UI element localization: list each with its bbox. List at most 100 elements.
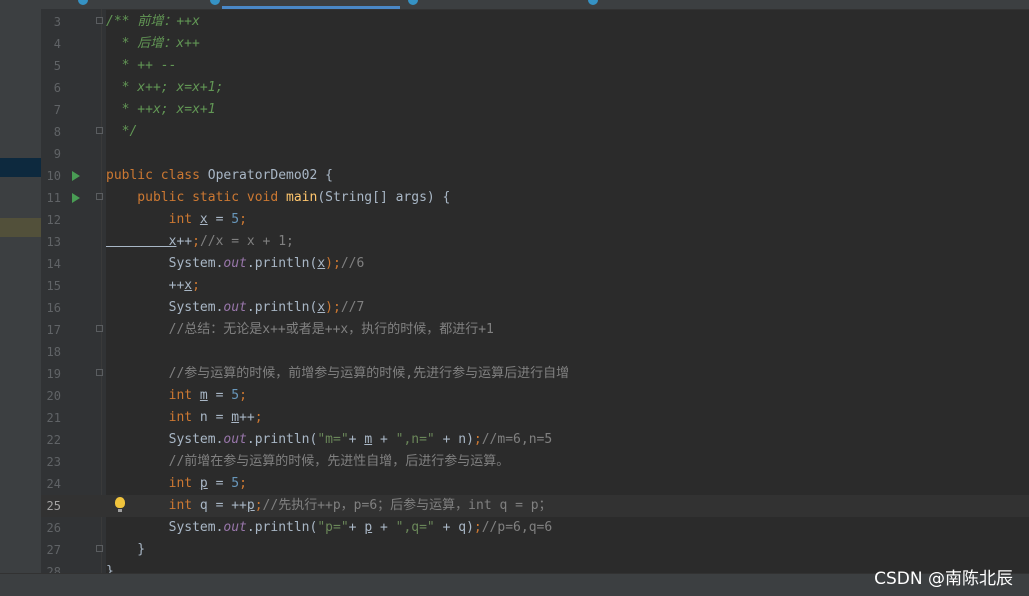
project-highlighted-row[interactable]	[0, 218, 41, 237]
run-icon[interactable]	[72, 193, 80, 203]
code-token: +	[348, 520, 365, 535]
code-token: );	[325, 256, 341, 271]
code-line[interactable]: 15 ++x;	[41, 275, 1029, 297]
fold-icon[interactable]	[96, 127, 103, 134]
code-token: {	[325, 168, 333, 183]
code-line[interactable]: 9	[41, 143, 1029, 165]
code-line[interactable]: 12 int x = 5;	[41, 209, 1029, 231]
code-token: }	[106, 542, 146, 557]
line-number: 6	[53, 81, 61, 95]
code-line[interactable]: 20 int m = 5;	[41, 385, 1029, 407]
code-token: =	[207, 476, 232, 491]
line-number: 14	[46, 257, 61, 271]
code-text: * ++x; x=x+1	[106, 99, 216, 121]
code-line[interactable]: 10 public class OperatorDemo02 {	[41, 165, 1029, 187]
code-text: ++x;	[106, 275, 200, 297]
fold-icon[interactable]	[96, 193, 103, 200]
code-token: /**	[106, 14, 138, 29]
code-token: +	[372, 432, 396, 447]
code-text: * x++; x=x+1;	[106, 77, 224, 99]
line-number: 12	[46, 213, 61, 227]
editor-tab[interactable]	[588, 0, 740, 9]
code-token: n =	[199, 410, 232, 425]
code-line[interactable]: 11 public static void main(String[] args…	[41, 187, 1029, 209]
code-token: out	[223, 432, 247, 447]
fold-icon[interactable]	[96, 17, 103, 24]
watermark: CSDN @南陈北辰	[874, 569, 1013, 589]
code-token: q = ++	[199, 498, 247, 513]
code-token: OperatorDemo02	[207, 168, 326, 183]
code-token: //7	[340, 300, 365, 315]
code-text: int p = 5;	[106, 473, 247, 495]
code-token: x	[184, 278, 193, 293]
code-line[interactable]: 6 * x++; x=x+1;	[41, 77, 1029, 99]
code-line[interactable]: 23 //前增在参与运算的时候，先进性自增，后进行参与运算。	[41, 451, 1029, 473]
code-token: +	[372, 520, 396, 535]
code-line[interactable]: 14 System.out.println(x);//6	[41, 253, 1029, 275]
java-file-icon	[78, 0, 88, 5]
code-token: System.	[106, 300, 224, 315]
code-line[interactable]: 22 System.out.println("m="+ m + ",n=" + …	[41, 429, 1029, 451]
code-token: ;	[473, 520, 482, 535]
code-line[interactable]: 18	[41, 341, 1029, 363]
line-number: 8	[53, 125, 61, 139]
line-number: 5	[53, 59, 61, 73]
code-text: x++;//x = x + 1;	[106, 231, 294, 253]
code-line[interactable]: 26 System.out.println("p="+ p + ",q=" + …	[41, 517, 1029, 539]
code-text: int n = m++;	[106, 407, 263, 429]
run-icon[interactable]	[72, 171, 80, 181]
code-line[interactable]: 25 int q = ++p;//先执行++p，p=6；后参与运算，int q …	[41, 495, 1029, 517]
editor-tab[interactable]	[78, 0, 210, 9]
code-editor[interactable]: 3/** 前增：++x 4 * 后增：x++ 5 * ++ -- 6 * x++; x…	[41, 11, 1029, 583]
code-line[interactable]: 24 int p = 5;	[41, 473, 1029, 495]
code-line[interactable]: 16 System.out.println(x);//7	[41, 297, 1029, 319]
line-number: 3	[53, 15, 61, 29]
code-token: "m="	[317, 432, 349, 447]
code-text: //参与运算的时候，前增参与运算的时候,先进行参与运算后进行自增	[106, 363, 569, 385]
java-file-icon	[210, 0, 220, 5]
code-token: );	[325, 300, 341, 315]
code-token: =	[207, 212, 232, 227]
code-token: + n)	[434, 432, 474, 447]
code-token: int	[106, 476, 200, 491]
line-number: 22	[46, 433, 61, 447]
fold-icon[interactable]	[96, 545, 103, 552]
code-token: int	[106, 410, 200, 425]
code-text: public static void main(String[] args) {	[106, 187, 450, 209]
code-text: System.out.println(x);//7	[106, 297, 365, 319]
code-line[interactable]: 13 x++;//x = x + 1;	[41, 231, 1029, 253]
code-line[interactable]: 3 /** 前增：++x	[41, 11, 1029, 33]
code-token: +	[348, 432, 365, 447]
code-text: int m = 5;	[106, 385, 247, 407]
editor-tab-active[interactable]	[210, 0, 400, 9]
project-selected-row[interactable]	[0, 158, 41, 177]
line-number: 21	[46, 411, 61, 425]
project-panel[interactable]	[0, 9, 41, 573]
code-token: ++	[239, 410, 255, 425]
line-number: 10	[46, 169, 61, 183]
code-token: (String[] args) {	[317, 190, 451, 205]
code-line[interactable]: 17 //总结：无论是x++或者是++x，执行的时候，都进行+1	[41, 319, 1029, 341]
code-token: ",n="	[395, 432, 435, 447]
line-number: 11	[46, 191, 61, 205]
code-token: ;	[254, 410, 263, 425]
code-token: * ++x; x=x+1	[106, 102, 216, 117]
line-number: 13	[46, 235, 61, 249]
code-line[interactable]: 21 int n = m++;	[41, 407, 1029, 429]
code-line[interactable]: 19 //参与运算的时候，前增参与运算的时候,先进行参与运算后进行自增	[41, 363, 1029, 385]
code-token: out	[223, 256, 247, 271]
code-token: ;	[473, 432, 482, 447]
code-line[interactable]: 8 */	[41, 121, 1029, 143]
code-line[interactable]: 7 * ++x; x=x+1	[41, 99, 1029, 121]
editor-tab[interactable]	[408, 0, 580, 9]
code-token: ;	[239, 388, 247, 403]
code-text: //前增在参与运算的时候，先进性自增，后进行参与运算。	[106, 451, 510, 473]
fold-icon[interactable]	[96, 325, 103, 332]
line-number: 16	[46, 301, 61, 315]
fold-icon[interactable]	[96, 369, 103, 376]
code-line[interactable]: 5 * ++ --	[41, 55, 1029, 77]
code-token: //m=6,n=5	[481, 432, 553, 447]
code-line[interactable]: 27 }	[41, 539, 1029, 561]
code-text: }	[106, 539, 145, 561]
code-line[interactable]: 4 * 后增：x++	[41, 33, 1029, 55]
